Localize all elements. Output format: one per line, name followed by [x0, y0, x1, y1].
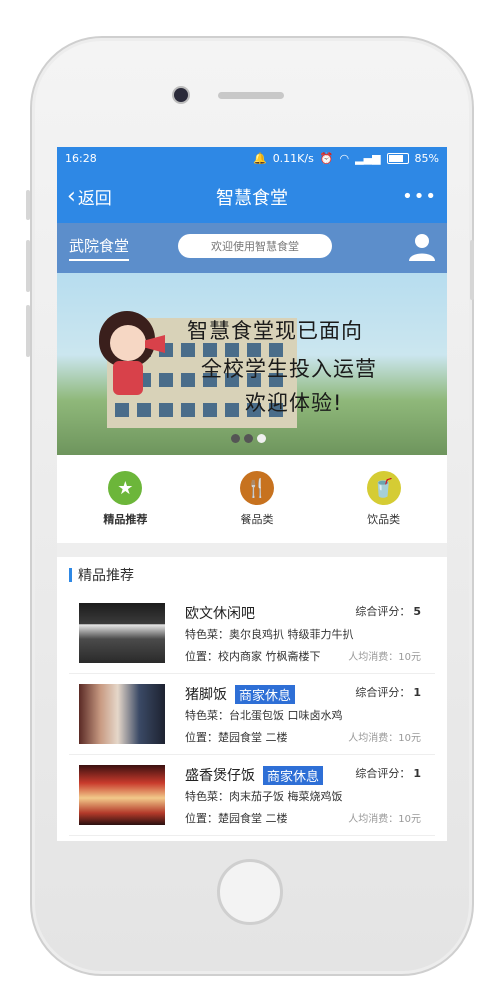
promo-banner[interactable]: 智慧食堂现已面向 全校学生投入运营 欢迎体验! [57, 273, 447, 455]
more-options-icon[interactable]: ••• [402, 186, 437, 207]
bell-icon: 🔔 [252, 152, 267, 165]
signal-icon: ▂▄▆ [355, 152, 381, 165]
home-button[interactable] [217, 859, 283, 925]
navigation-bar: ‹ 返回 智慧食堂 ••• [57, 170, 447, 223]
back-button[interactable]: ‹ 返回 [67, 184, 112, 209]
network-speed: 0.11K/s [272, 152, 314, 165]
restaurant-name: 盛香煲仔饭 [185, 768, 255, 784]
category-row: ★ 精品推荐 🍴 餐品类 🥤 饮品类 [57, 455, 447, 543]
list-item[interactable]: 欧文休闲吧 综合评分： 5 特色菜：奥尔良鸡扒 特级菲力牛扒 位置：校内商家 竹枫… [69, 593, 435, 674]
location: 位置：校内商家 竹枫斋楼下 [185, 650, 321, 663]
earpiece-speaker [218, 92, 284, 99]
restaurant-thumbnail [79, 684, 165, 744]
featured-dish: 特色菜：台北蛋包饭 口味卤水鸡 [185, 709, 343, 722]
status-badge: 商家休息 [235, 684, 296, 704]
banner-line-3: 欢迎体验! [245, 391, 343, 415]
score: 综合评分： 1 [355, 767, 421, 780]
list-item[interactable]: 猪脚饭 商家休息 综合评分： 1 特色菜：台北蛋包饭 口味卤水鸡 位置：楚园食堂 二… [69, 674, 435, 755]
front-camera [174, 88, 188, 102]
banner-line-1: 智慧食堂现已面向 [187, 319, 363, 343]
carousel-dot-active[interactable] [257, 434, 266, 443]
battery-percent: 85% [414, 152, 439, 165]
category-label: 餐品类 [240, 513, 274, 526]
average-price: 人均消费：10元 [348, 733, 421, 744]
section-header: 精品推荐 [57, 557, 447, 593]
list-item[interactable]: 盛香煲仔饭 商家休息 综合评分： 1 特色菜：肉末茄子饭 梅菜烧鸡饭 位置：楚园食堂… [69, 755, 435, 836]
battery-icon [386, 153, 409, 164]
wifi-icon: ◠ [339, 152, 350, 165]
status-time: 16:28 [65, 152, 97, 165]
back-label: 返回 [77, 189, 112, 209]
carousel-dot[interactable] [244, 434, 253, 443]
fork-knife-icon: 🍴 [239, 471, 274, 505]
sub-header: 武院食堂 欢迎使用智慧食堂 [57, 223, 447, 273]
star-icon: ★ [108, 471, 143, 505]
carousel-dot[interactable] [231, 434, 240, 443]
status-badge: 商家休息 [263, 765, 324, 785]
category-drinks[interactable]: 🥤 饮品类 [366, 471, 401, 527]
volume-up-button [26, 240, 30, 292]
user-icon[interactable] [409, 233, 435, 261]
status-bar: 16:28 🔔 0.11K/s ⏰ ◠ ▂▄▆ 85% [57, 147, 447, 170]
app-screen: 16:28 🔔 0.11K/s ⏰ ◠ ▂▄▆ 85% ‹ 返回 智慧食堂 ••… [57, 147, 447, 841]
location: 位置：楚园食堂 二楼 [185, 812, 288, 825]
carousel-indicator [231, 434, 266, 443]
power-button [470, 240, 474, 300]
featured-dish: 特色菜：奥尔良鸡扒 特级菲力牛扒 [185, 628, 354, 641]
restaurant-thumbnail [79, 765, 165, 825]
chevron-left-icon: ‹ [67, 184, 76, 209]
section-title: 精品推荐 [78, 568, 134, 584]
banner-line-2: 全校学生投入运营 [201, 357, 377, 381]
page-title: 智慧食堂 [216, 187, 288, 209]
divider [57, 543, 447, 557]
average-price: 人均消费：10元 [348, 652, 421, 663]
featured-dish: 特色菜：肉末茄子饭 梅菜烧鸡饭 [185, 790, 343, 803]
restaurant-thumbnail [79, 603, 165, 663]
restaurant-name: 猪脚饭 [185, 687, 227, 703]
volume-down-button [26, 305, 30, 357]
location: 位置：楚园食堂 二楼 [185, 731, 288, 744]
restaurant-name: 欧文休闲吧 [185, 606, 255, 622]
mute-switch [26, 190, 30, 220]
category-featured[interactable]: ★ 精品推荐 [103, 471, 147, 527]
score: 综合评分： 1 [355, 686, 421, 699]
category-label: 饮品类 [367, 513, 401, 526]
cafeteria-selector[interactable]: 武院食堂 [69, 235, 130, 261]
category-label: 精品推荐 [103, 513, 148, 526]
average-price: 人均消费：10元 [348, 814, 421, 825]
category-meals[interactable]: 🍴 餐品类 [239, 471, 274, 527]
drink-icon: 🥤 [366, 471, 401, 505]
alarm-icon: ⏰ [319, 152, 334, 165]
search-input[interactable]: 欢迎使用智慧食堂 [178, 234, 332, 258]
score: 综合评分： 5 [355, 605, 421, 618]
